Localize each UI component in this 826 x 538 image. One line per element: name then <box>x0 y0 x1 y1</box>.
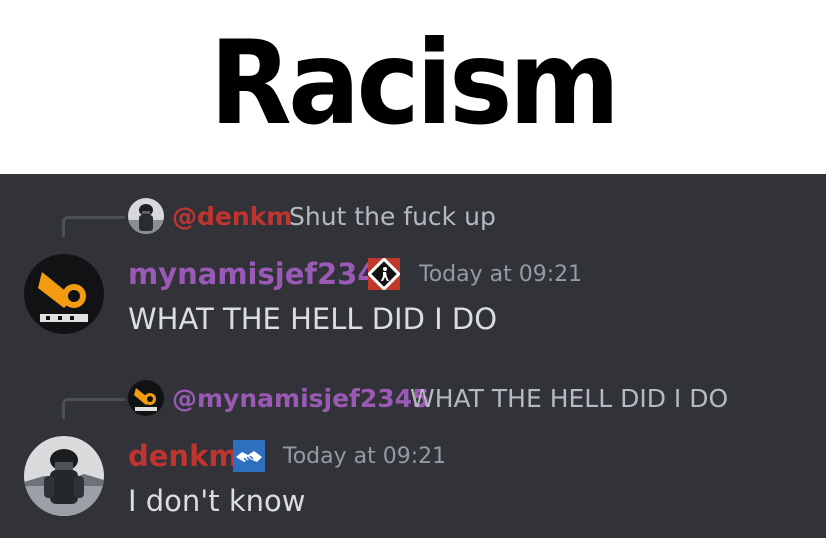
meme-caption: Racism <box>0 0 826 174</box>
soldier-avatar-icon[interactable] <box>24 436 104 516</box>
half-life-logo-avatar-icon[interactable] <box>24 254 104 334</box>
timestamp: Today at 09:21 <box>283 444 447 469</box>
half-life-logo-avatar-icon[interactable] <box>128 380 164 416</box>
soldier-avatar-icon[interactable] <box>128 198 164 234</box>
reply-preview-text[interactable]: WHAT THE HELL DID I DO <box>410 384 728 413</box>
reply-preview-text[interactable]: Shut the fuck up <box>289 202 496 231</box>
handshake-icon[interactable] <box>233 440 265 472</box>
chat-panel: @denkm Shut the fuck up mynamisjef2345 T… <box>0 174 826 538</box>
timestamp: Today at 09:21 <box>419 262 583 287</box>
username[interactable]: mynamisjef2345 <box>128 257 398 291</box>
reply-mention[interactable]: @denkm <box>172 202 292 231</box>
message-content: WHAT THE HELL DID I DO <box>128 302 498 336</box>
message-content: I don't know <box>128 484 306 518</box>
reply-mention[interactable]: @mynamisjef2345 <box>172 384 430 413</box>
reply-connector <box>62 398 125 419</box>
caption-title: Racism <box>209 16 620 151</box>
reply-connector <box>62 216 125 237</box>
username[interactable]: denkm <box>128 439 239 473</box>
no-pedestrian-sign-icon[interactable] <box>367 257 401 291</box>
